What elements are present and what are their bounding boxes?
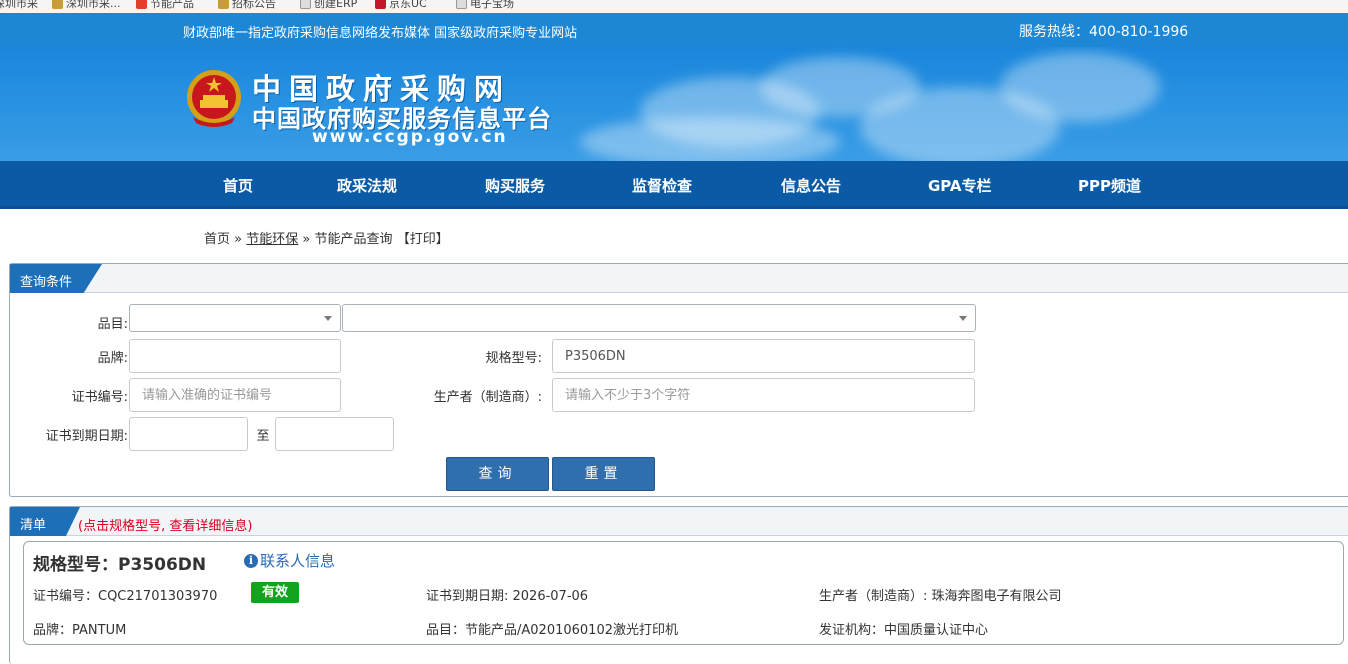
expiry-to-label: 至 xyxy=(256,429,270,444)
bookmark-item[interactable]: 京东UC xyxy=(375,0,427,11)
result-brand: 品牌：PANTUM xyxy=(33,623,127,638)
cloud-decoration xyxy=(1000,52,1160,122)
brand-input[interactable] xyxy=(129,339,341,373)
bookmark-icon xyxy=(218,0,229,9)
query-panel-tab: 查询条件 xyxy=(10,264,102,293)
bookmarks-bar: 深圳市采 深圳市采... 节能产品 招标公告 创建ERP 京东UC 电子宝场 xyxy=(0,0,1348,13)
bookmark-icon xyxy=(52,0,63,9)
site-banner: 中国政府采购网 中国政府购买服务信息平台 www.ccgp.gov.cn xyxy=(0,47,1348,161)
site-slogan: 财政部唯一指定政府采购信息网络发布媒体 国家级政府采购专业网站 xyxy=(183,26,578,41)
nav-purchase-services[interactable]: 购买服务 xyxy=(485,175,545,196)
logo-url: www.ccgp.gov.cn xyxy=(312,127,508,147)
result-model-title[interactable]: 规格型号：P3506DN xyxy=(33,550,206,575)
chevron-down-icon xyxy=(959,316,967,321)
maker-input[interactable] xyxy=(552,378,975,412)
reset-button[interactable]: 重置 xyxy=(552,457,655,491)
bookmark-item[interactable]: 深圳市采 xyxy=(0,0,38,11)
info-icon: i xyxy=(244,553,258,568)
main-nav: 首页 政采法规 购买服务 监督检查 信息公告 GPA专栏 PPP频道 xyxy=(0,161,1348,209)
category-label: 品目: xyxy=(97,317,128,332)
bookmark-icon xyxy=(375,0,386,9)
breadcrumb-separator: » xyxy=(302,232,311,247)
result-expiry: 证书到期日期: 2026-07-06 xyxy=(426,589,589,604)
maker-label: 生产者（制造商）: xyxy=(433,390,542,405)
nav-home[interactable]: 首页 xyxy=(223,175,253,196)
cert-no-input[interactable] xyxy=(129,378,341,412)
list-panel-tab: 清单 xyxy=(10,507,80,536)
query-panel-header: 查询条件 xyxy=(10,264,1348,293)
result-issuer: 发证机构：中国质量认证中心 xyxy=(819,623,989,638)
breadcrumb-separator: » xyxy=(234,232,243,247)
bookmark-item[interactable]: 深圳市采... xyxy=(52,0,121,11)
nav-announcements[interactable]: 信息公告 xyxy=(781,175,841,196)
bookmark-item[interactable]: 创建ERP xyxy=(300,0,357,11)
result-cert-no: 证书编号：CQC21701303970 xyxy=(33,589,218,604)
bookmark-item[interactable]: 电子宝场 xyxy=(456,0,514,11)
bookmark-icon xyxy=(456,0,467,9)
brand-label: 品牌: xyxy=(97,351,128,366)
contact-info-label: 联系人信息 xyxy=(260,552,336,570)
cloud-decoration xyxy=(580,117,840,161)
breadcrumb-section[interactable]: 节能环保 xyxy=(246,232,298,247)
expiry-label: 证书到期日期: xyxy=(45,429,128,444)
expiry-start-input[interactable] xyxy=(129,417,248,451)
result-category: 品目：节能产品/A0201060102激光打印机 xyxy=(426,623,678,638)
print-link[interactable]: 【打印】 xyxy=(397,232,449,247)
breadcrumb-home[interactable]: 首页 xyxy=(204,232,230,247)
cert-no-label: 证书编号: xyxy=(71,390,128,405)
service-hotline: 服务热线：400-810-1996 xyxy=(1019,24,1189,40)
bookmark-icon xyxy=(136,0,147,9)
top-bar: 财政部唯一指定政府采购信息网络发布媒体 国家级政府采购专业网站 服务热线：400… xyxy=(0,13,1348,47)
result-maker: 生产者（制造商）: 珠海奔图电子有限公司 xyxy=(819,589,1062,604)
bookmark-icon xyxy=(300,0,311,9)
category-select-secondary[interactable] xyxy=(342,304,976,332)
breadcrumb: 首页 » 节能环保 » 节能产品查询 【打印】 xyxy=(204,228,449,247)
nav-regulations[interactable]: 政采法规 xyxy=(337,175,397,196)
chevron-down-icon xyxy=(324,316,332,321)
bookmark-item[interactable]: 节能产品 xyxy=(136,0,194,11)
category-select-primary[interactable] xyxy=(129,304,341,332)
status-badge: 有效 xyxy=(251,582,299,603)
nav-gpa[interactable]: GPA专栏 xyxy=(928,175,992,196)
nav-supervision[interactable]: 监督检查 xyxy=(632,175,692,196)
national-emblem-icon xyxy=(187,70,241,127)
list-panel-header: 清单 (点击规格型号, 查看详细信息) xyxy=(10,507,1348,536)
model-input[interactable] xyxy=(552,339,975,373)
query-panel: 查询条件 品目: 品牌: 规格型号: 证书编号: 生产者（制造商）: 证书到期日… xyxy=(9,263,1348,497)
expiry-end-input[interactable] xyxy=(275,417,394,451)
nav-ppp[interactable]: PPP频道 xyxy=(1078,175,1141,196)
result-card: 规格型号：P3506DN i 联系人信息 证书编号：CQC21701303970… xyxy=(23,541,1344,645)
model-label: 规格型号: xyxy=(485,351,542,366)
search-button[interactable]: 查询 xyxy=(446,457,549,491)
breadcrumb-current: 节能产品查询 xyxy=(314,232,393,247)
bookmark-item[interactable]: 招标公告 xyxy=(218,0,276,11)
contact-info-link[interactable]: i 联系人信息 xyxy=(244,550,335,571)
list-hint: (点击规格型号, 查看详细信息) xyxy=(78,519,253,534)
